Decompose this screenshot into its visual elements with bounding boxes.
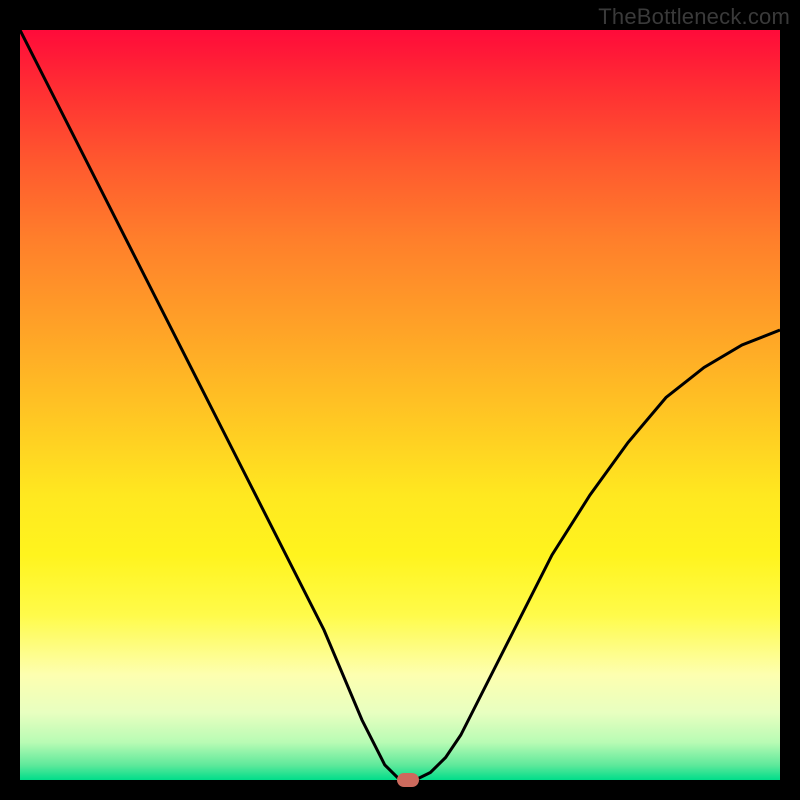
chart-frame: TheBottleneck.com	[0, 0, 800, 800]
optimal-marker	[397, 773, 419, 787]
curve-svg	[20, 30, 780, 780]
attribution-watermark: TheBottleneck.com	[598, 4, 790, 30]
plot-area	[20, 30, 780, 780]
bottleneck-curve	[20, 30, 780, 780]
